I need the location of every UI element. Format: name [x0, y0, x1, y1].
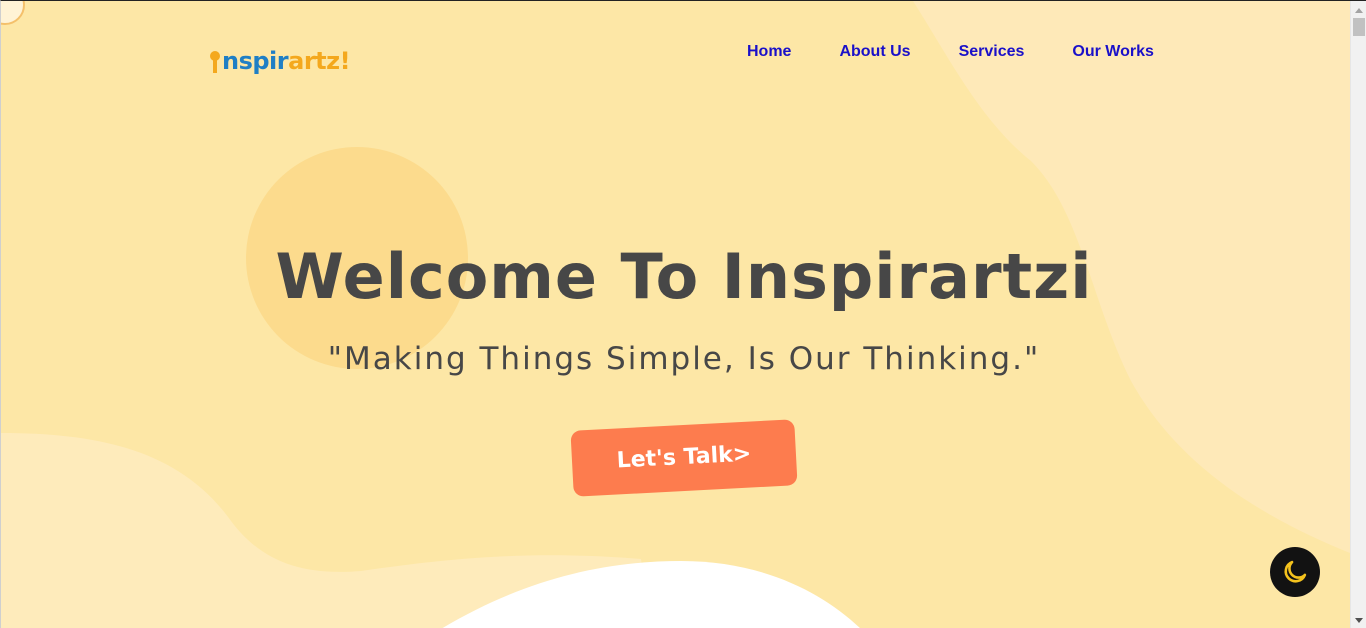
scrollbar-thumb[interactable] [1353, 18, 1365, 36]
logo-text-part1: nspir [222, 47, 289, 75]
hero-subtitle: "Making Things Simple, Is Our Thinking." [327, 341, 1041, 377]
dark-mode-toggle[interactable] [1270, 547, 1320, 597]
nav-link-home[interactable]: Home [747, 42, 791, 62]
brand-logo[interactable]: nspir artz! [210, 33, 351, 75]
scroll-down-arrow-icon[interactable] [1351, 612, 1366, 628]
vertical-scrollbar[interactable] [1350, 1, 1366, 628]
nav-link-our-works[interactable]: Our Works [1072, 42, 1154, 62]
browser-viewport: nspir artz! Home About Us Services Our Wo… [0, 0, 1366, 628]
lightbulb-icon [210, 51, 220, 73]
lets-talk-button[interactable]: Let's Talk> [570, 419, 798, 497]
scroll-up-arrow-icon[interactable] [1351, 1, 1366, 18]
landing-page: nspir artz! Home About Us Services Our Wo… [1, 1, 1350, 628]
nav-link-about-us[interactable]: About Us [839, 42, 910, 62]
main-nav: Home About Us Services Our Works [747, 42, 1154, 62]
moon-icon [1284, 560, 1307, 583]
nav-link-services[interactable]: Services [959, 42, 1025, 62]
hero-title: Welcome To Inspirartzi [275, 240, 1093, 313]
logo-text-part2: artz! [288, 47, 351, 75]
